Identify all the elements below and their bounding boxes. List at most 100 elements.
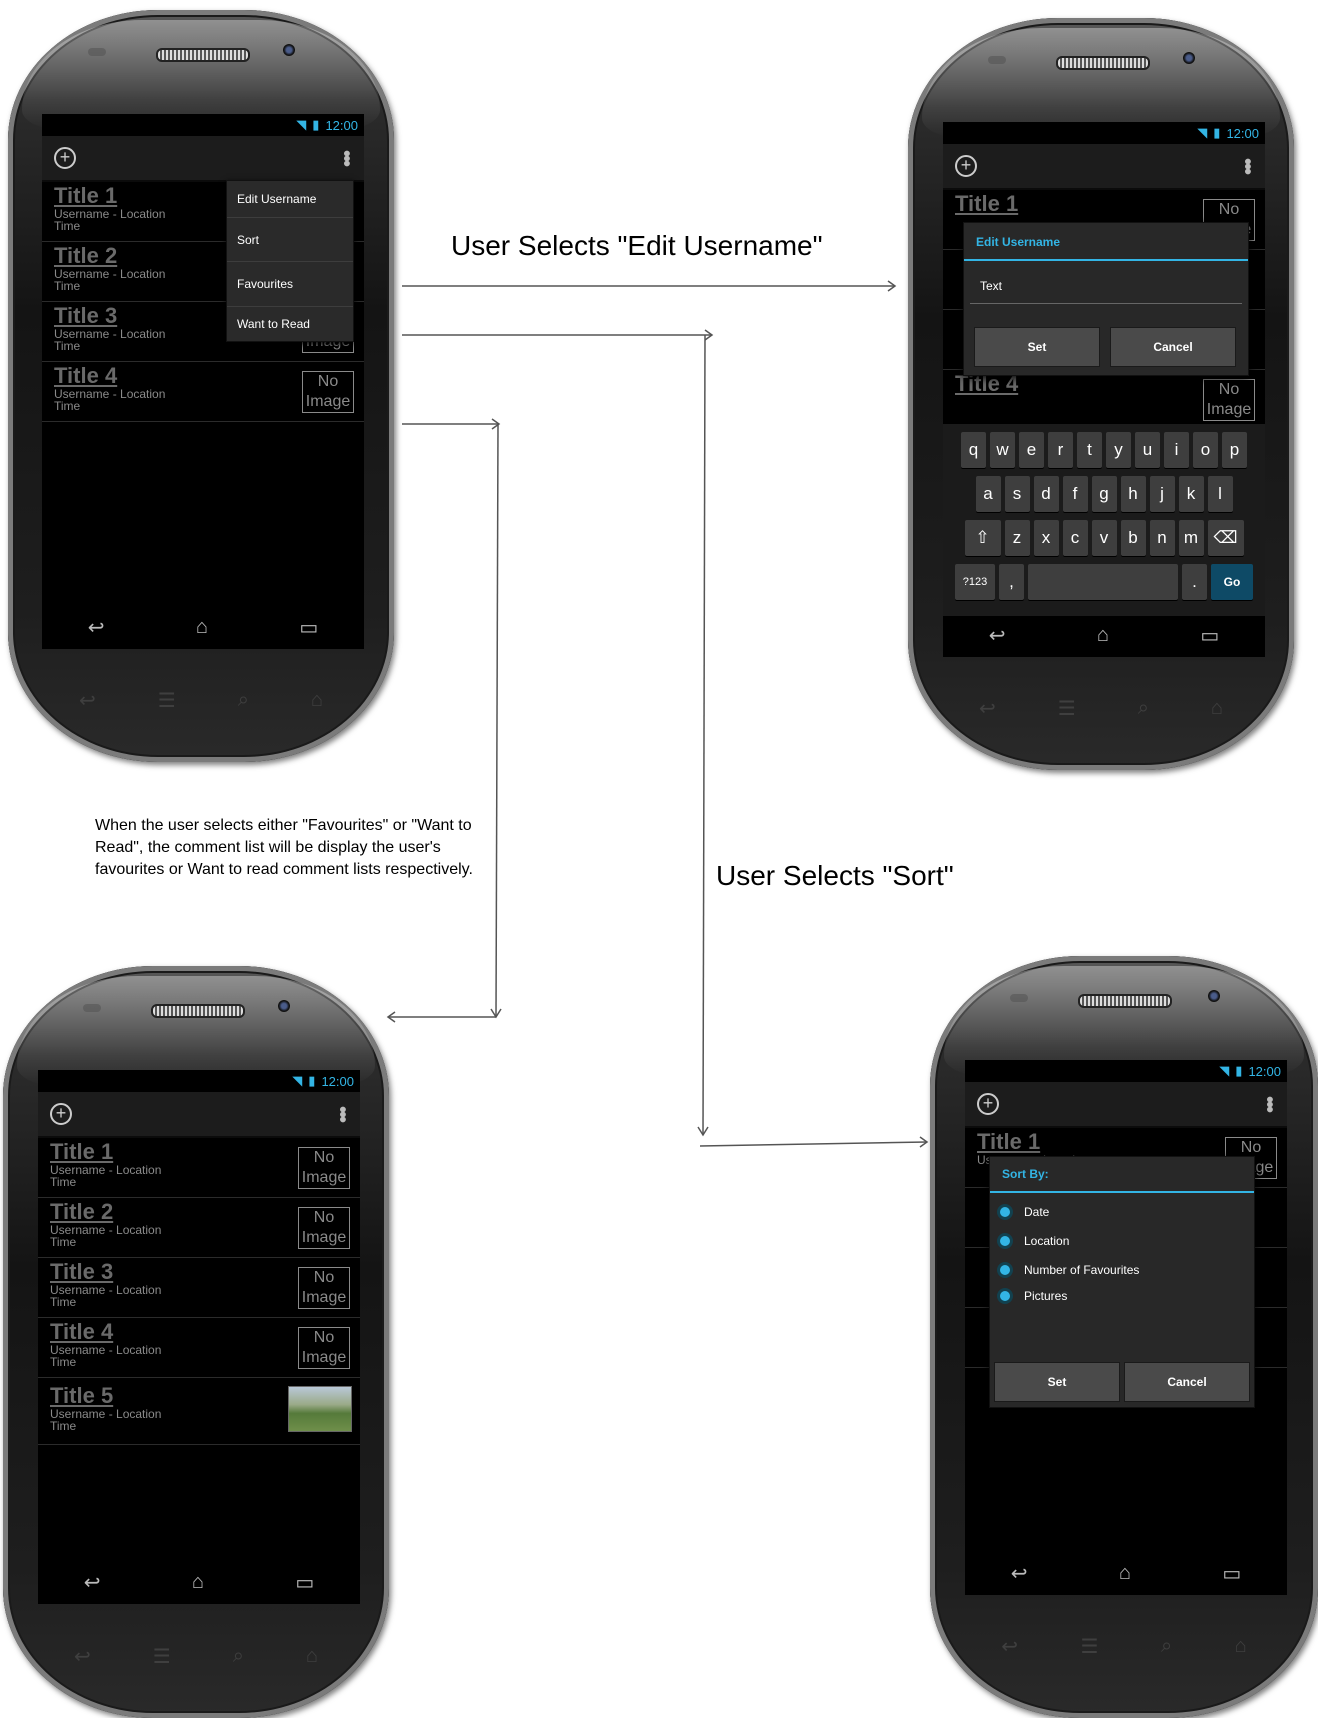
recent-apps-icon[interactable]: ▭ xyxy=(1222,1561,1241,1586)
radio-button[interactable] xyxy=(1000,1235,1010,1246)
hw-search-icon[interactable]: ⌕ xyxy=(233,1645,244,1668)
home-icon[interactable]: ⌂ xyxy=(192,1571,204,1594)
key-q[interactable]: q xyxy=(961,432,986,468)
list-item[interactable]: Title 5 Username - Location Time xyxy=(38,1378,360,1445)
hw-search-icon[interactable]: ⌕ xyxy=(1138,697,1149,720)
backspace-key[interactable]: ⌫ xyxy=(1207,520,1244,556)
comma-key[interactable]: , xyxy=(999,564,1024,600)
nav-bar: ↩ ⌂ ▭ xyxy=(965,1551,1287,1595)
list-item[interactable]: Title 4 No Image xyxy=(943,370,1265,430)
key-h[interactable]: h xyxy=(1120,476,1146,512)
menu-item-edit-username[interactable]: Edit Username xyxy=(227,181,353,218)
key-v[interactable]: v xyxy=(1091,520,1117,556)
hw-home-icon[interactable]: ⌂ xyxy=(311,689,323,712)
key-t[interactable]: t xyxy=(1077,432,1102,468)
username-text-field[interactable]: Text xyxy=(970,269,1242,304)
sort-option-date[interactable]: Date xyxy=(990,1197,1254,1226)
key-a[interactable]: a xyxy=(975,476,1001,512)
back-icon[interactable]: ↩ xyxy=(88,615,105,640)
sort-option-favourites[interactable]: Number of Favourites xyxy=(990,1255,1254,1284)
hw-back-icon[interactable]: ↩ xyxy=(1001,1634,1018,1659)
recent-apps-icon[interactable]: ▭ xyxy=(1200,623,1219,648)
hw-search-icon[interactable]: ⌕ xyxy=(1161,1635,1172,1658)
dialog-title: Sort By: xyxy=(990,1157,1254,1193)
back-icon[interactable]: ↩ xyxy=(989,623,1006,648)
radio-button[interactable] xyxy=(1000,1264,1010,1275)
menu-item-want-to-read[interactable]: Want to Read xyxy=(227,307,353,341)
menu-item-favourites[interactable]: Favourites xyxy=(227,262,353,307)
hw-menu-icon[interactable]: ☰ xyxy=(153,1644,171,1669)
radio-button[interactable] xyxy=(1000,1206,1010,1217)
set-button[interactable]: Set xyxy=(974,327,1100,367)
key-m[interactable]: m xyxy=(1178,520,1204,556)
back-icon[interactable]: ↩ xyxy=(1011,1561,1028,1586)
key-o[interactable]: o xyxy=(1193,432,1218,468)
home-icon[interactable]: ⌂ xyxy=(196,616,208,639)
cancel-button[interactable]: Cancel xyxy=(1124,1362,1250,1402)
hw-back-icon[interactable]: ↩ xyxy=(74,1644,91,1669)
overflow-menu-icon[interactable]: ••• xyxy=(331,1106,353,1121)
key-w[interactable]: w xyxy=(990,432,1015,468)
status-bar: ◥ ▮ 12:00 xyxy=(943,122,1265,144)
key-p[interactable]: p xyxy=(1222,432,1247,468)
shift-key[interactable]: ⇧ xyxy=(964,520,1001,556)
overflow-menu-icon[interactable]: ••• xyxy=(335,150,357,165)
hw-search-icon[interactable]: ⌕ xyxy=(238,689,249,712)
key-i[interactable]: i xyxy=(1164,432,1189,468)
status-bar: ◥ ▮ 12:00 xyxy=(965,1060,1287,1082)
hw-home-icon[interactable]: ⌂ xyxy=(1211,697,1223,720)
key-s[interactable]: s xyxy=(1004,476,1030,512)
key-d[interactable]: d xyxy=(1033,476,1059,512)
overflow-menu-icon[interactable]: ••• xyxy=(1236,158,1258,173)
list-item[interactable]: Title 3 Username - Location Time NoImage xyxy=(38,1258,360,1318)
set-button[interactable]: Set xyxy=(994,1362,1120,1402)
key-g[interactable]: g xyxy=(1091,476,1117,512)
list-item[interactable]: Title 1 Username - Location Time No Image xyxy=(38,1138,360,1198)
nav-bar: ↩ ⌂ ▭ xyxy=(943,613,1265,657)
list-item[interactable]: Title 4 Username - Location Time No Image xyxy=(42,362,364,422)
hw-back-icon[interactable]: ↩ xyxy=(979,696,996,721)
sort-option-location[interactable]: Location xyxy=(990,1226,1254,1255)
key-c[interactable]: c xyxy=(1062,520,1088,556)
key-l[interactable]: l xyxy=(1207,476,1233,512)
home-icon[interactable]: ⌂ xyxy=(1097,624,1109,647)
add-circle-icon[interactable]: + xyxy=(955,155,977,177)
key-n[interactable]: n xyxy=(1149,520,1175,556)
key-u[interactable]: u xyxy=(1135,432,1160,468)
back-icon[interactable]: ↩ xyxy=(84,1570,101,1595)
go-key[interactable]: Go xyxy=(1211,564,1253,600)
period-key[interactable]: . xyxy=(1182,564,1207,600)
hw-home-icon[interactable]: ⌂ xyxy=(306,1645,318,1668)
key-y[interactable]: y xyxy=(1106,432,1131,468)
hw-home-icon[interactable]: ⌂ xyxy=(1235,1635,1247,1658)
home-icon[interactable]: ⌂ xyxy=(1119,1562,1131,1585)
symbols-key[interactable]: ?123 xyxy=(955,564,995,600)
add-circle-icon[interactable]: + xyxy=(54,147,76,169)
hw-menu-icon[interactable]: ☰ xyxy=(158,688,176,713)
add-circle-icon[interactable]: + xyxy=(977,1093,999,1115)
key-b[interactable]: b xyxy=(1120,520,1146,556)
recent-apps-icon[interactable]: ▭ xyxy=(299,615,318,640)
key-z[interactable]: z xyxy=(1004,520,1030,556)
list-item[interactable]: Title 4 Username - Location Time No Image xyxy=(38,1318,360,1378)
cancel-button[interactable]: Cancel xyxy=(1110,327,1236,367)
key-j[interactable]: j xyxy=(1149,476,1175,512)
overflow-menu-icon[interactable]: ••• xyxy=(1258,1096,1280,1111)
space-key[interactable] xyxy=(1028,564,1178,600)
status-bar: ◥ ▮ 12:00 xyxy=(38,1070,360,1092)
hw-menu-icon[interactable]: ☰ xyxy=(1058,696,1076,721)
key-k[interactable]: k xyxy=(1178,476,1204,512)
key-x[interactable]: x xyxy=(1033,520,1059,556)
hw-back-icon[interactable]: ↩ xyxy=(79,688,96,713)
menu-item-sort[interactable]: Sort xyxy=(227,218,353,262)
radio-button[interactable] xyxy=(1000,1291,1010,1301)
status-bar: ◥ ▮ 12:00 xyxy=(42,114,364,136)
key-r[interactable]: r xyxy=(1048,432,1073,468)
recent-apps-icon[interactable]: ▭ xyxy=(295,1570,314,1595)
key-e[interactable]: e xyxy=(1019,432,1044,468)
key-f[interactable]: f xyxy=(1062,476,1088,512)
hw-menu-icon[interactable]: ☰ xyxy=(1081,1634,1099,1659)
list-item[interactable]: Title 2 Username - Location Time No Image xyxy=(38,1198,360,1258)
sort-option-pictures[interactable]: Pictures xyxy=(990,1284,1254,1308)
add-circle-icon[interactable]: + xyxy=(50,1103,72,1125)
